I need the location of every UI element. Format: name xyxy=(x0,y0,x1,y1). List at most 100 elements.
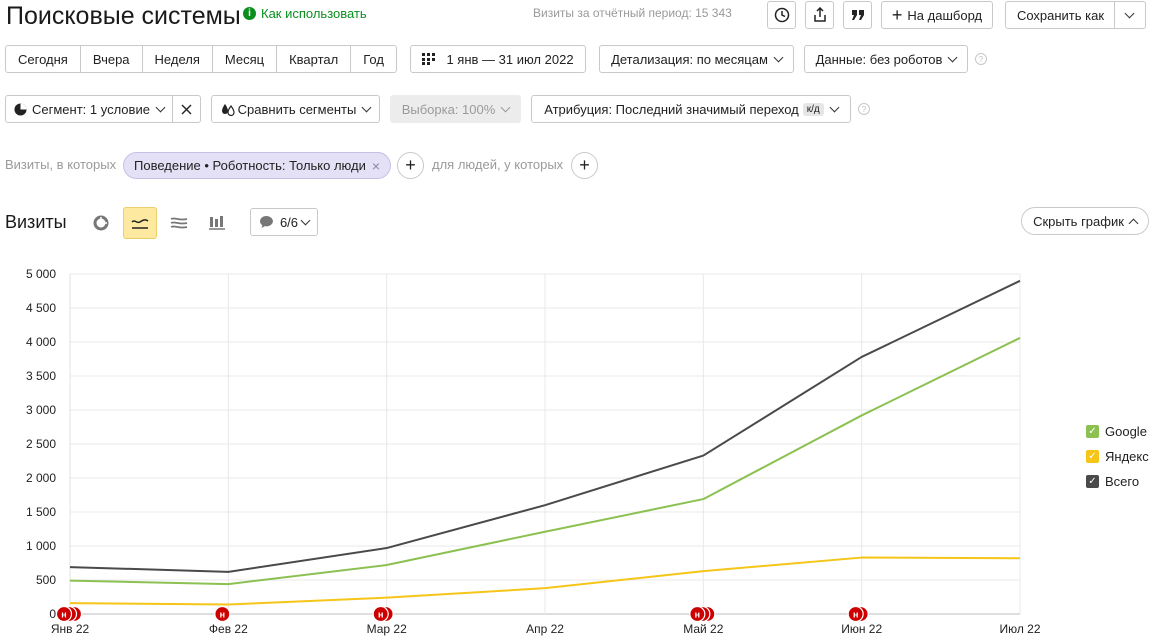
attribution-label: Атрибуция: Последний значимый переход xyxy=(544,101,799,117)
hide-chart-button[interactable]: Скрыть график xyxy=(1021,207,1149,235)
remove-filter-icon[interactable]: × xyxy=(372,158,380,174)
segment-clear-button[interactable] xyxy=(172,96,200,122)
filter-chip-label: Поведение • Роботность: Только люди xyxy=(134,158,366,173)
calendar-icon xyxy=(422,53,436,65)
hide-chart-label: Скрыть график xyxy=(1033,213,1124,229)
annotation-marker[interactable]: н xyxy=(214,605,231,623)
chevron-up-icon xyxy=(1128,218,1139,228)
y-tick-label: 3 500 xyxy=(26,369,56,383)
marker-label: н xyxy=(61,610,66,620)
legend-item-google[interactable]: ✓ Google xyxy=(1086,424,1147,439)
people-filter-label: для людей, у которых xyxy=(432,157,564,172)
chevron-down-icon xyxy=(829,102,840,112)
x-tick-label: Июн 22 xyxy=(841,622,882,636)
drops-icon xyxy=(221,103,235,116)
share-button[interactable] xyxy=(805,1,834,29)
x-tick-label: Янв 22 xyxy=(51,622,90,636)
period-month[interactable]: Месяц xyxy=(213,46,278,72)
x-tick-label: Мар 22 xyxy=(367,622,407,636)
history-button[interactable] xyxy=(767,1,796,29)
chevron-down-icon xyxy=(500,102,511,112)
chart-title: Визиты xyxy=(5,212,67,232)
visits-filter-label: Визиты, в которых xyxy=(5,157,117,172)
y-tick-label: 0 xyxy=(49,607,56,621)
annotation-marker[interactable]: н xyxy=(689,605,716,623)
howto-link[interactable]: i Как использовать xyxy=(243,6,367,21)
save-as-dropdown[interactable] xyxy=(1114,2,1144,28)
pie-chart-icon xyxy=(93,215,109,231)
compare-label: Сравнить сегменты xyxy=(237,101,357,117)
attribution-badge: к/д xyxy=(802,102,824,116)
data-filter-dropdown[interactable]: Данные: без роботов xyxy=(804,45,968,73)
save-as-button[interactable]: Сохранить как xyxy=(1005,1,1146,29)
annotation-marker[interactable]: н xyxy=(55,605,83,623)
page-title: Поисковые системы xyxy=(6,2,241,30)
data-filter-label: Данные: без роботов xyxy=(815,51,943,67)
legend-label: Google xyxy=(1105,424,1147,439)
date-range-picker[interactable]: 1 янв — 31 июл 2022 xyxy=(410,45,586,73)
chevron-down-icon xyxy=(1124,8,1135,18)
legend-item-total[interactable]: ✓ Всего xyxy=(1086,474,1139,489)
period-presets: Сегодня Вчера Неделя Месяц Квартал Год xyxy=(5,45,397,73)
marker-label: н xyxy=(378,610,383,620)
y-tick-label: 500 xyxy=(36,573,56,587)
line-chart-icon xyxy=(131,219,149,229)
annotation-marker[interactable]: н xyxy=(847,605,869,623)
save-as-label: Сохранить как xyxy=(1016,7,1105,23)
segment-dropdown[interactable]: Сегмент: 1 условие xyxy=(5,95,201,123)
y-tick-label: 4 500 xyxy=(26,301,56,315)
sample-label: Выборка: 100% xyxy=(401,101,496,117)
sample-dropdown[interactable]: Выборка: 100% xyxy=(390,95,521,123)
filter-chip[interactable]: Поведение • Роботность: Только люди × xyxy=(123,152,392,179)
period-visits-total: Визиты за отчётный период: 15 343 xyxy=(533,6,732,20)
chevron-down-icon xyxy=(361,102,372,112)
compare-segments-dropdown[interactable]: Сравнить сегменты xyxy=(211,95,380,123)
add-people-filter-button[interactable]: + xyxy=(571,152,598,179)
segment-label: Сегмент: 1 условие xyxy=(32,101,150,117)
legend-item-yandex[interactable]: ✓ Яндекс xyxy=(1086,449,1149,464)
attribution-dropdown[interactable]: Атрибуция: Последний значимый переход к/… xyxy=(531,95,851,123)
close-icon xyxy=(181,104,192,114)
view-line-button[interactable] xyxy=(123,207,157,239)
checkbox-icon[interactable]: ✓ xyxy=(1086,450,1099,463)
info-icon: i xyxy=(243,7,256,20)
marker-label: н xyxy=(695,610,700,620)
y-tick-label: 4 000 xyxy=(26,335,56,349)
y-tick-label: 5 000 xyxy=(26,267,56,281)
series-selector[interactable]: 6/6 xyxy=(250,208,318,236)
add-to-dashboard-button[interactable]: + На дашборд xyxy=(881,1,993,29)
visits-line-chart: 0 500 1 000 1 500 2 000 2 500 3 000 3 500 4 000 4… xyxy=(26,267,1041,636)
period-today[interactable]: Сегодня xyxy=(6,46,81,72)
period-year[interactable]: Год xyxy=(351,46,396,72)
bar-chart-icon xyxy=(209,216,225,230)
x-tick-label: Май 22 xyxy=(683,622,724,636)
period-yesterday[interactable]: Вчера xyxy=(81,46,143,72)
x-tick-label: Апр 22 xyxy=(526,622,564,636)
x-tick-label: Фев 22 xyxy=(209,622,248,636)
period-week[interactable]: Неделя xyxy=(143,46,213,72)
view-area-button[interactable] xyxy=(162,207,196,239)
annotation-marker[interactable]: н xyxy=(372,605,394,623)
chevron-down-icon xyxy=(155,102,166,112)
chevron-down-icon xyxy=(300,215,311,225)
view-bar-button[interactable] xyxy=(200,207,234,239)
period-quarter[interactable]: Квартал xyxy=(277,46,352,72)
add-visit-filter-button[interactable]: + xyxy=(397,152,424,179)
date-range-label: 1 янв — 31 июл 2022 xyxy=(446,51,574,67)
quote-icon xyxy=(851,10,864,20)
detail-dropdown[interactable]: Детализация: по месяцам xyxy=(599,45,794,73)
view-pie-button[interactable] xyxy=(84,207,118,239)
x-axis: Янв 22 Фев 22 Мар 22 Апр 22 Май 22 Июн 22 Июл … xyxy=(51,622,1041,636)
subscribe-button[interactable] xyxy=(843,1,872,29)
checkbox-icon[interactable]: ✓ xyxy=(1086,475,1099,488)
checkbox-icon[interactable]: ✓ xyxy=(1086,425,1099,438)
help-icon[interactable]: ? xyxy=(858,103,870,115)
x-tick-label: Июл 22 xyxy=(999,622,1040,636)
legend-label: Всего xyxy=(1105,474,1140,489)
comment-icon xyxy=(259,216,273,228)
legend-label: Яндекс xyxy=(1105,449,1149,464)
chevron-down-icon xyxy=(947,52,958,62)
detail-label: Детализация: по месяцам xyxy=(611,51,768,67)
y-tick-label: 1 000 xyxy=(26,539,56,553)
help-icon[interactable]: ? xyxy=(975,53,987,65)
